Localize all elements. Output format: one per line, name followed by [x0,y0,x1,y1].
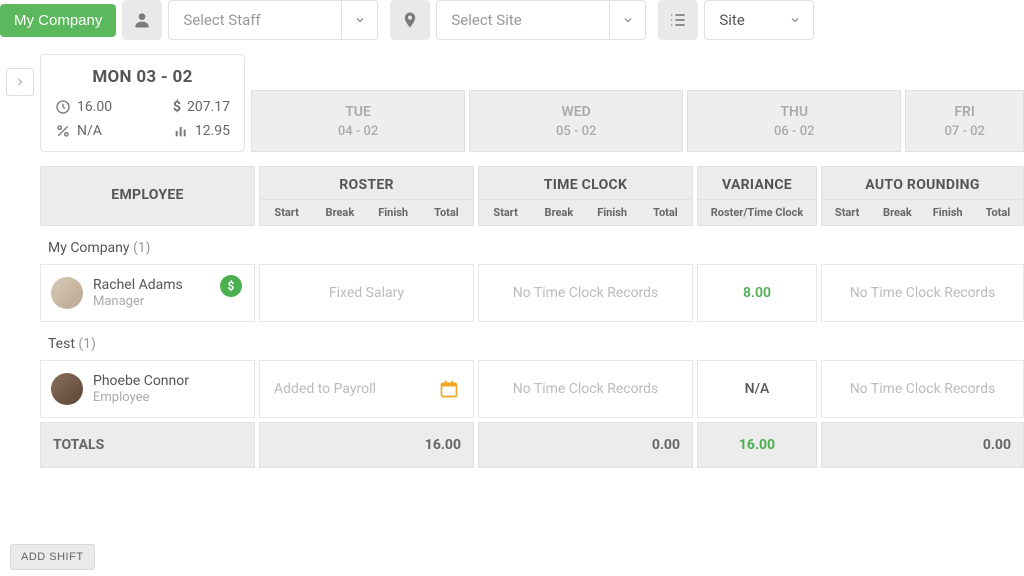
stat-metric: 12.95 [143,123,231,139]
totals-variance: 16.00 [697,422,817,468]
grid-header: EMPLOYEE ROSTER StartBreakFinishTotal TI… [40,166,1024,226]
bar-chart-icon [173,123,189,139]
group-by-label: Site [705,11,777,29]
variance-cell: N/A [697,360,817,418]
group-by-select[interactable]: Site [704,0,814,40]
site-select-label: Select Site [437,11,609,29]
timeclock-cell[interactable]: No Time Clock Records [478,360,693,418]
day-active-label: MON 03 - 02 [55,67,230,87]
stat-hours: 16.00 [55,99,143,115]
day-cell[interactable]: TUE04 - 02 [251,90,465,152]
col-employee: EMPLOYEE [40,166,255,226]
totals-auto: 0.00 [821,422,1024,468]
group-label: My Company (1) [40,240,1024,264]
stat-cost: $ 207.17 [143,99,231,115]
totals-roster: 16.00 [259,422,474,468]
site-select[interactable]: Select Site [436,0,646,40]
employee-cell[interactable]: Phoebe ConnorEmployee [40,360,255,418]
location-pin-icon[interactable] [390,0,430,40]
employee-name: Rachel Adams [93,277,183,294]
person-icon[interactable] [122,0,162,40]
employee-role: Manager [93,294,183,309]
stat-percent: N/A [55,123,143,139]
autorounding-cell[interactable]: No Time Clock Records [821,360,1024,418]
bottom-bar: ADD SHIFT [0,538,1024,576]
salary-badge-icon: $ [220,275,242,297]
add-shift-button[interactable]: ADD SHIFT [10,544,95,570]
totals-clock: 0.00 [478,422,693,468]
company-button[interactable]: My Company [0,4,116,37]
col-variance: VARIANCE Roster/Time Clock [697,166,817,226]
group-label: Test (1) [40,336,1024,360]
chevron-down-icon [609,1,645,39]
dollar-icon: $ [173,99,181,115]
clock-icon [55,99,71,115]
percent-icon [55,123,71,139]
avatar [51,277,83,309]
employee-cell[interactable]: Rachel AdamsManager $ [40,264,255,322]
variance-cell: 8.00 [697,264,817,322]
top-toolbar: My Company Select Staff Select Site Site [0,0,1024,40]
staff-select[interactable]: Select Staff [168,0,378,40]
chevron-down-icon [341,1,377,39]
totals-label: TOTALS [40,422,255,468]
day-cell[interactable]: THU06 - 02 [687,90,901,152]
list-icon[interactable] [658,0,698,40]
prev-day-button[interactable] [6,68,34,96]
avatar [51,373,83,405]
calendar-icon [439,379,459,399]
employee-row: Phoebe ConnorEmployeeAdded to PayrollNo … [40,360,1024,418]
totals-row: TOTALS 16.00 0.00 16.00 0.00 [40,422,1024,468]
roster-cell[interactable]: Added to Payroll [259,360,474,418]
day-nav: MON 03 - 02 16.00 $ 207.17 N/A 12.95 TUE… [0,54,1024,152]
col-timeclock: TIME CLOCK StartBreakFinishTotal [478,166,693,226]
timeclock-cell[interactable]: No Time Clock Records [478,264,693,322]
chevron-down-icon [777,1,813,39]
staff-select-label: Select Staff [169,11,341,29]
employee-role: Employee [93,390,189,405]
employee-row: Rachel AdamsManager$Fixed SalaryNo Time … [40,264,1024,322]
autorounding-cell[interactable]: No Time Clock Records [821,264,1024,322]
day-cell[interactable]: FRI07 - 02 [905,90,1024,152]
day-cell[interactable]: WED05 - 02 [469,90,683,152]
col-autorounding: AUTO ROUNDING StartBreakFinishTotal [821,166,1024,226]
col-roster: ROSTER StartBreakFinishTotal [259,166,474,226]
employee-name: Phoebe Connor [93,373,189,390]
roster-cell[interactable]: Fixed Salary [259,264,474,322]
grid: EMPLOYEE ROSTER StartBreakFinishTotal TI… [40,166,1024,468]
day-active-card[interactable]: MON 03 - 02 16.00 $ 207.17 N/A 12.95 [40,54,245,152]
